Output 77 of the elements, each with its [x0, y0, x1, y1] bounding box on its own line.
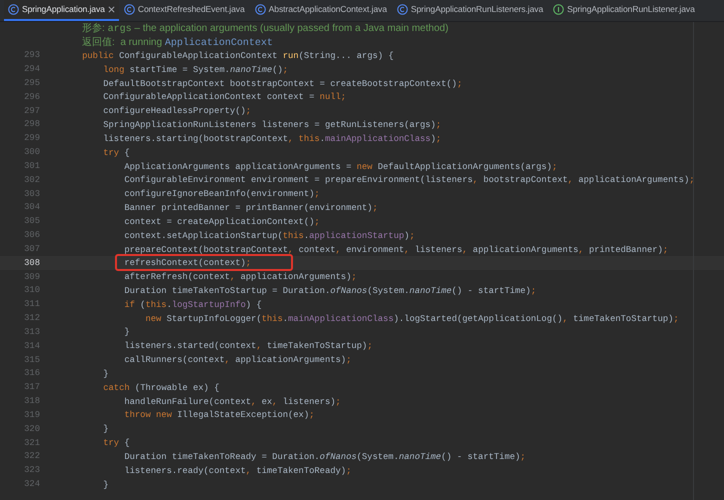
line-number: 298 — [23, 118, 41, 132]
code-line: } — [102, 423, 109, 436]
code-line: Duration timeTakenToReady = Duration.ofNanos(System.nanoTime() - startTime); — [123, 450, 526, 463]
code-line: listeners.starting(bootstrapContext, this.mainApplicationClass); — [102, 132, 442, 145]
line-number: 313 — [23, 326, 41, 339]
line-number: 310 — [23, 284, 41, 298]
line-number: 312 — [23, 312, 41, 326]
line-number: 319 — [23, 408, 41, 422]
line-number: 309 — [23, 270, 41, 284]
code-line: ConfigurableApplicationContext context = null; — [102, 91, 346, 104]
line-number: 299 — [23, 132, 41, 146]
code-line: listeners.started(context, timeTakenToStartup); — [123, 340, 372, 352]
code-line: new StartupInfoLogger(this.mainApplicationClass).logStarted(getApplicationLog(), timeTakenToStartup); — [144, 312, 679, 325]
line-number: 302 — [23, 174, 41, 187]
doc-comment-line: 形参: args – the application arguments (usually passed from a Java main method) — [82, 22, 450, 36]
editor-tab[interactable]: AbstractApplicationContext.java — [250, 0, 392, 21]
line-number: 295 — [23, 76, 41, 90]
line-number: 304 — [23, 201, 41, 214]
code-line: refreshContext(context); — [123, 257, 252, 270]
doc-comment-line: 返回值: a running ApplicationContext — [82, 36, 274, 50]
editor-tab[interactable]: ContextRefreshedEvent.java — [118, 0, 250, 21]
line-number: 323 — [23, 464, 41, 478]
line-number: 324 — [23, 478, 41, 491]
code-line: if (this.logStartupInfo) { — [123, 298, 262, 311]
code-line: try { — [102, 146, 130, 159]
code-line: afterRefresh(context, applicationArguments); — [123, 271, 357, 284]
code-line: ApplicationArguments applicationArguments = new DefaultApplicationArguments(args); — [123, 160, 558, 173]
line-number: 306 — [23, 229, 41, 242]
line-number: 305 — [23, 215, 41, 228]
line-number: 308 — [23, 256, 41, 270]
line-number: 296 — [23, 90, 41, 104]
line-number: 301 — [23, 160, 41, 173]
code-line: try { — [102, 437, 130, 450]
code-line: configureHeadlessProperty(); — [102, 105, 252, 118]
line-number: 321 — [23, 436, 41, 450]
line-number: 318 — [23, 395, 41, 408]
line-number: 294 — [23, 63, 41, 76]
line-number: 297 — [23, 104, 41, 118]
editor-tab[interactable]: SpringApplicationRunListener.java — [548, 0, 700, 21]
line-number: 311 — [23, 298, 41, 312]
class-icon — [254, 4, 266, 15]
class-icon — [396, 4, 408, 15]
line-number: 320 — [23, 422, 41, 436]
code-line: } — [102, 478, 109, 491]
line-number: 300 — [23, 146, 41, 160]
code-line: DefaultBootstrapContext bootstrapContext = createBootstrapContext(); — [102, 78, 462, 90]
code-line: Banner printedBanner = printBanner(environment); — [123, 202, 378, 214]
code-line: context.setApplicationStartup(this.applicationStartup); — [123, 230, 415, 242]
line-number: 315 — [23, 354, 41, 367]
line-number: 293 — [23, 49, 41, 62]
interface-icon — [553, 4, 564, 15]
line-number: 316 — [23, 367, 41, 380]
code-line: prepareContext(bootstrapContext, context, environment, listeners, applicationArguments, printedBanner); — [123, 244, 668, 256]
editor-tab[interactable]: SpringApplicationRunListeners.java — [392, 0, 548, 21]
code-line: catch (Throwable ex) { — [102, 382, 220, 394]
line-number: 303 — [23, 188, 41, 201]
code-line: Duration timeTakenToStartup = Duration.ofNanos(System.nanoTime() - startTime); — [123, 284, 536, 297]
code-line: } — [102, 368, 109, 380]
code-line: ConfigurableEnvironment environment = prepareEnvironment(listeners, bootstrapContext, applicationArguments); — [123, 174, 694, 186]
line-number: 317 — [23, 381, 41, 394]
code-line: long startTime = System.nanoTime(); — [102, 64, 288, 76]
editor-tab[interactable]: SpringApplication.java — [4, 0, 119, 21]
code-line: handleRunFailure(context, ex, listeners); — [123, 396, 341, 408]
code-line: } — [123, 326, 130, 338]
close-icon[interactable] — [108, 6, 115, 13]
code-line: context = createApplicationContext(); — [123, 216, 320, 228]
line-number: 314 — [23, 340, 41, 353]
class-icon — [8, 4, 19, 15]
code-line: callRunners(context, applicationArguments); — [123, 354, 352, 366]
class-icon — [124, 4, 135, 15]
code-line: public ConfigurableApplicationContext run(String... args) { — [81, 50, 394, 62]
code-line: throw new IllegalStateException(ex); — [123, 409, 314, 422]
line-number: 322 — [23, 450, 41, 464]
code-line: listeners.ready(context, timeTakenToReady); — [123, 464, 352, 477]
line-number: 307 — [23, 242, 41, 256]
code-line: SpringApplicationRunListeners listeners = getRunListeners(args); — [102, 119, 442, 132]
code-line: configureIgnoreBeanInfo(environment); — [123, 188, 320, 200]
